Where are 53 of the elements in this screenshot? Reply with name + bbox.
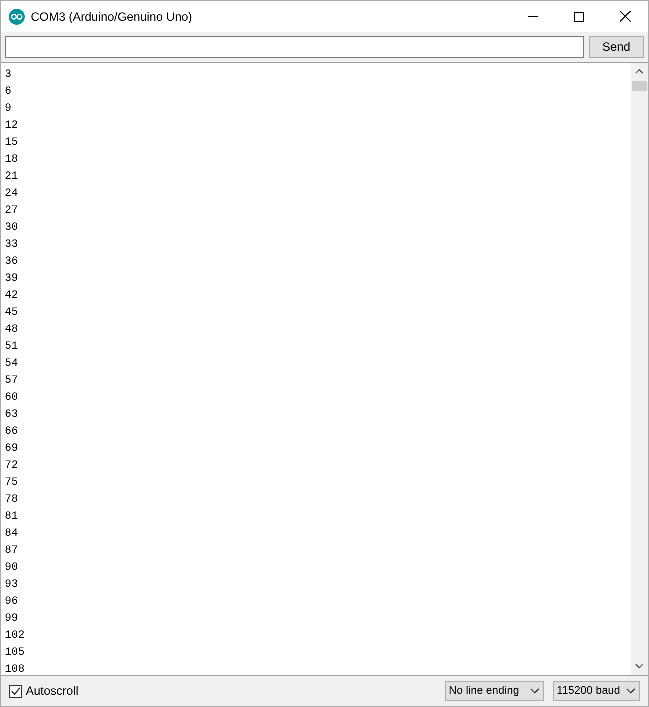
output-line: 51	[5, 340, 18, 355]
output-line: 87	[5, 544, 18, 559]
scroll-up-icon[interactable]	[635, 69, 644, 74]
check-icon	[10, 686, 20, 696]
maximize-icon[interactable]	[574, 12, 584, 22]
output-line: 18	[5, 153, 18, 168]
output-line: 75	[5, 476, 18, 491]
output-line: 102	[5, 629, 25, 644]
output-line: 12	[5, 119, 18, 134]
output-line: 3	[5, 68, 12, 83]
checkbox[interactable]	[9, 684, 22, 698]
output-line: 81	[5, 510, 18, 525]
line-ending-dropdown[interactable]: No line ending	[445, 681, 544, 701]
logo-icon	[9, 8, 25, 24]
output-line: 30	[5, 221, 18, 236]
output-line: 96	[5, 595, 18, 610]
scroll-thumb[interactable]	[632, 81, 647, 91]
output-line: 93	[5, 578, 18, 593]
output-line: 84	[5, 527, 18, 542]
output-line: 60	[5, 391, 18, 406]
output-line: 69	[5, 442, 18, 457]
output-line: 24	[5, 187, 18, 202]
output-line: 72	[5, 459, 18, 474]
output-line: 48	[5, 323, 18, 338]
output-line: 90	[5, 561, 18, 576]
output-line: 57	[5, 374, 18, 389]
chevron-down-icon	[530, 688, 540, 694]
autoscroll-checkbox[interactable]: Autoscroll	[9, 682, 79, 700]
output-line: 9	[5, 102, 12, 117]
output-line: 108	[5, 663, 25, 675]
output-line: 78	[5, 493, 18, 508]
window-title: COM3 (Arduino/Genuino Uno)	[31, 8, 192, 26]
scroll-down-icon[interactable]	[635, 664, 644, 669]
output-line: 6	[5, 85, 12, 100]
message-field[interactable]	[5, 36, 584, 58]
output-line: 66	[5, 425, 18, 440]
output-line: 27	[5, 204, 18, 219]
output-line: 21	[5, 170, 18, 185]
output-line: 15	[5, 136, 18, 151]
chevron-down-icon	[626, 688, 636, 694]
output-line: 45	[5, 306, 18, 321]
close-icon[interactable]	[620, 11, 630, 22]
scrollbar[interactable]	[631, 63, 648, 675]
output-line: 42	[5, 289, 18, 304]
output-line: 63	[5, 408, 18, 423]
output-line: 105	[5, 646, 25, 661]
output-line: 99	[5, 612, 18, 627]
output-line: 33	[5, 238, 18, 253]
send-button[interactable]: Send	[589, 36, 644, 58]
output-line: 36	[5, 255, 18, 270]
output-line: 39	[5, 272, 18, 287]
baud-rate-dropdown[interactable]: 115200 baud	[553, 681, 640, 701]
output-line: 54	[5, 357, 18, 372]
